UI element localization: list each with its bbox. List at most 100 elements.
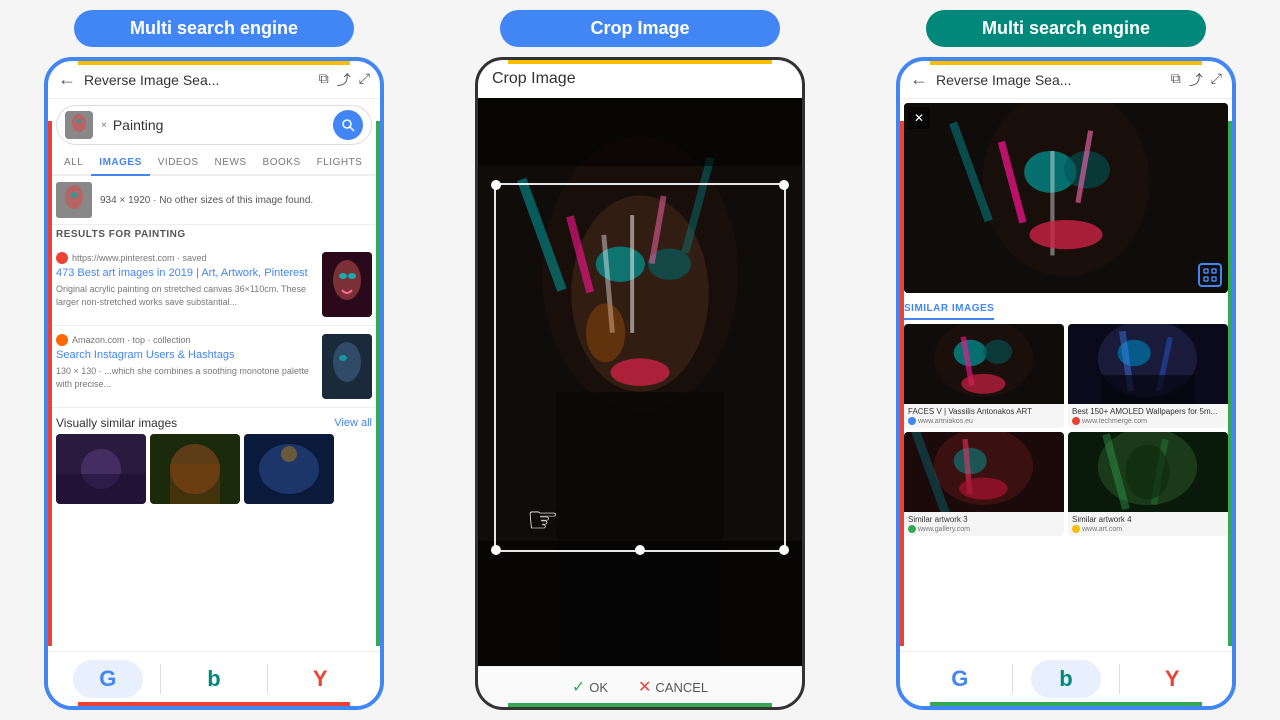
- right-bing-nav-button[interactable]: b: [1031, 660, 1101, 698]
- result-card-1-content: https://www.pinterest.com · saved 473 Be…: [56, 252, 314, 317]
- search-bar[interactable]: × Painting: [56, 105, 372, 145]
- result-card-image-1: [322, 252, 372, 317]
- similar-card-2-url: www.techmerge.com: [1082, 418, 1147, 425]
- top-bar-icons: ⧉ ⤴ ⤢: [319, 70, 370, 90]
- similar-card-image-2: [1068, 324, 1228, 404]
- mini-favicon-4: [1072, 525, 1080, 533]
- yahoo-nav-button[interactable]: Y: [285, 660, 355, 698]
- right-back-button[interactable]: ←: [910, 69, 928, 90]
- middle-top-yellow-bar: [508, 57, 772, 64]
- right-top-yellow-bar: [930, 57, 1202, 65]
- back-button[interactable]: ←: [58, 69, 76, 90]
- cancel-label: CANCEL: [655, 680, 708, 695]
- bing-nav-button[interactable]: b: [179, 660, 249, 698]
- tab-books[interactable]: BOOKS: [255, 151, 309, 174]
- middle-bottom-green-bar: [508, 703, 772, 710]
- right-top-bar: ← Reverse Image Sea... ⧉ ⤴ ⤢: [900, 61, 1232, 99]
- similar-card-1-title: FACES V | Vassilis Antonakos ART: [908, 407, 1060, 416]
- top-yellow-bar: [78, 57, 350, 65]
- similar-card-1-site: www.artniakos.eu: [908, 417, 1060, 425]
- similar-card-1-url: www.artniakos.eu: [918, 418, 973, 425]
- search-button[interactable]: [333, 110, 363, 140]
- search-thumbnail: [65, 111, 93, 139]
- crop-corner-tr[interactable]: [779, 180, 789, 190]
- left-phone-frame: ← Reverse Image Sea... ⧉ ⤴ ⤢ ×: [44, 57, 384, 710]
- right-share-icon[interactable]: ⤴: [1189, 70, 1203, 90]
- ok-label: OK: [589, 680, 608, 695]
- similar-card-image-3: [904, 432, 1064, 512]
- similar-card-4-url: www.art.com: [1082, 526, 1122, 533]
- view-all-button[interactable]: View all: [334, 417, 372, 429]
- tab-flights[interactable]: FLIGHTS: [309, 151, 371, 174]
- crop-ok-button[interactable]: ✓ OK: [572, 677, 608, 697]
- right-phone-frame: ← Reverse Image Sea... ⧉ ⤴ ⤢: [896, 57, 1236, 710]
- tab-all[interactable]: ALL: [56, 151, 91, 174]
- right-google-nav-button[interactable]: G: [925, 660, 995, 698]
- similar-card-2-title: Best 150+ AMOLED Wallpapers for 5m...: [1072, 407, 1224, 416]
- right-external-icon[interactable]: ⤢: [1211, 70, 1222, 90]
- search-clear-icon[interactable]: ×: [101, 120, 107, 131]
- middle-badge: Crop Image: [500, 10, 780, 47]
- similar-card-image-1: [904, 324, 1064, 404]
- search-input[interactable]: Painting: [113, 117, 327, 133]
- similar-card-1[interactable]: FACES V | Vassilis Antonakos ART www.art…: [904, 324, 1064, 428]
- middle-panel: Crop Image Crop Image: [427, 0, 853, 720]
- site-favicon-2: [56, 334, 68, 346]
- similar-card-3-title: Similar artwork 3: [908, 515, 1060, 524]
- result-title-2[interactable]: Search Instagram Users & Hashtags: [56, 348, 314, 362]
- similar-card-4[interactable]: Similar artwork 4 www.art.com: [1068, 432, 1228, 536]
- tab-videos[interactable]: VIDEOS: [150, 151, 207, 174]
- middle-badge-text: Crop Image: [590, 18, 689, 38]
- copy-icon[interactable]: ⧉: [319, 70, 329, 90]
- left-badge: Multi search engine: [74, 10, 354, 47]
- yahoo-logo: Y: [313, 666, 328, 692]
- share-icon[interactable]: ⤴: [337, 70, 351, 90]
- similar-images-label: SIMILAR IMAGES: [904, 297, 994, 320]
- crop-corner-tl[interactable]: [491, 180, 501, 190]
- result-desc-1: Original acrylic painting on stretched c…: [56, 283, 314, 308]
- right-copy-icon[interactable]: ⧉: [1171, 70, 1181, 90]
- result-info-text: 934 × 1920 · No other sizes of this imag…: [100, 195, 313, 206]
- right-google-logo: G: [951, 666, 968, 692]
- similar-card-3[interactable]: Similar artwork 3 www.gallery.com: [904, 432, 1064, 536]
- result-thumbnail: [56, 182, 92, 218]
- crop-header: Crop Image: [478, 60, 802, 98]
- tab-news[interactable]: NEWS: [207, 151, 255, 174]
- google-logo: G: [99, 666, 116, 692]
- crop-corner-bm[interactable]: [635, 545, 645, 555]
- middle-phone-frame: Crop Image: [475, 57, 805, 710]
- right-bing-logo: b: [1059, 666, 1072, 692]
- google-nav-button[interactable]: G: [73, 660, 143, 698]
- right-right-green-side: [1228, 121, 1236, 646]
- result-desc-2: 130 × 130 · ...which she combines a soot…: [56, 365, 314, 390]
- similar-card-1-info: FACES V | Vassilis Antonakos ART www.art…: [904, 404, 1064, 428]
- site-url-1: https://www.pinterest.com · saved: [72, 253, 207, 263]
- mini-favicon-1: [908, 417, 916, 425]
- similar-image-2: [150, 434, 240, 504]
- mini-favicon-2: [1072, 417, 1080, 425]
- crop-box[interactable]: [494, 183, 786, 552]
- similar-card-3-site: www.gallery.com: [908, 525, 1060, 533]
- bottom-nav-left: G b Y: [48, 651, 380, 706]
- left-top-bar: ← Reverse Image Sea... ⧉ ⤴ ⤢: [48, 61, 380, 99]
- tab-images[interactable]: IMAGES: [91, 151, 149, 176]
- close-button[interactable]: ✕: [908, 107, 930, 129]
- bottom-nav-right: G b Y: [900, 651, 1232, 706]
- bottom-red-bar: [78, 702, 350, 710]
- similar-card-3-url: www.gallery.com: [918, 526, 970, 533]
- result-card-1: https://www.pinterest.com · saved 473 Be…: [48, 244, 380, 326]
- right-yahoo-nav-button[interactable]: Y: [1137, 660, 1207, 698]
- similar-image-1: [56, 434, 146, 504]
- result-card-2-content: Amazon.com · top · collection Search Ins…: [56, 334, 314, 399]
- similar-grid: FACES V | Vassilis Antonakos ART www.art…: [904, 324, 1228, 536]
- similar-card-2[interactable]: Best 150+ AMOLED Wallpapers for 5m... ww…: [1068, 324, 1228, 428]
- right-badge: Multi search engine: [926, 10, 1206, 47]
- results-label: RESULTS FOR PAINTING: [48, 225, 380, 244]
- crop-cancel-button[interactable]: ✕ CANCEL: [638, 677, 708, 697]
- result-card-image-2: [322, 334, 372, 399]
- bing-logo: b: [207, 666, 220, 692]
- left-panel: Multi search engine ← Reverse Image Sea.…: [1, 0, 427, 720]
- external-icon[interactable]: ⤢: [359, 70, 370, 90]
- scan-icon[interactable]: [1198, 263, 1222, 287]
- result-title-1[interactable]: 473 Best art images in 2019 | Art, Artwo…: [56, 266, 314, 280]
